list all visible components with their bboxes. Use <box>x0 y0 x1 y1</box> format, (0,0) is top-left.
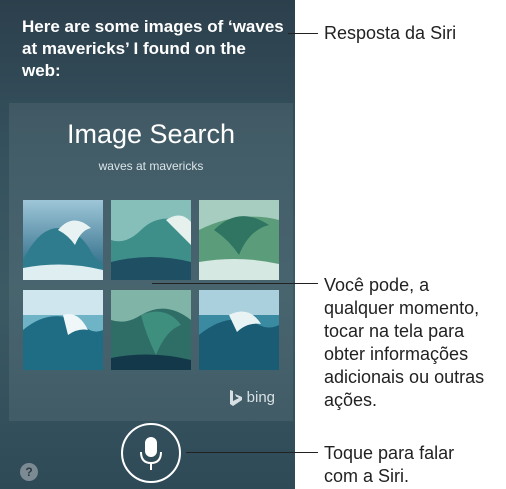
callout-line-text: Toque para falar <box>324 443 455 463</box>
siri-response-text: Here are some images of ‘waves at maveri… <box>22 17 284 80</box>
microphone-icon <box>140 437 162 470</box>
callout-line-text: ações. <box>324 390 378 410</box>
bing-label: bing <box>246 389 275 406</box>
image-thumbnail[interactable] <box>23 200 103 280</box>
callout-line-text: adicionais ou outras <box>324 367 485 387</box>
callout-line-text: tocar na tela para <box>324 321 465 341</box>
bing-logo-icon <box>229 389 242 406</box>
image-thumbnail[interactable] <box>23 290 103 370</box>
siri-screen[interactable]: Here are some images of ‘waves at maveri… <box>0 0 295 489</box>
microphone-button[interactable] <box>121 423 181 483</box>
image-thumbnail[interactable] <box>111 290 191 370</box>
bing-attribution: bing <box>229 389 275 406</box>
callout-tap-screen: Você pode, a qualquer momento, tocar na … <box>324 274 484 412</box>
card-title: Image Search <box>66 119 236 149</box>
callout-siri-response: Resposta da Siri <box>324 23 457 43</box>
callout-line <box>288 33 318 34</box>
help-button[interactable]: ? <box>20 463 38 481</box>
image-thumbnail[interactable] <box>199 200 279 280</box>
callout-line-text: Você pode, a <box>324 275 430 295</box>
callout-line-text: obter informações <box>324 344 469 364</box>
image-search-card[interactable]: Image Search waves at mavericks bing <box>9 103 293 421</box>
image-thumbnail[interactable] <box>111 200 191 280</box>
callout-line <box>152 283 318 284</box>
callout-line-text: qualquer momento, <box>324 298 480 318</box>
callout-tap-to-speak: Toque para falar com a Siri. <box>324 442 454 488</box>
card-subtitle: waves at mavericks <box>98 159 204 173</box>
callout-line <box>186 452 318 453</box>
callout-line-text: com a Siri. <box>324 466 410 486</box>
image-thumbnail[interactable] <box>199 290 279 370</box>
